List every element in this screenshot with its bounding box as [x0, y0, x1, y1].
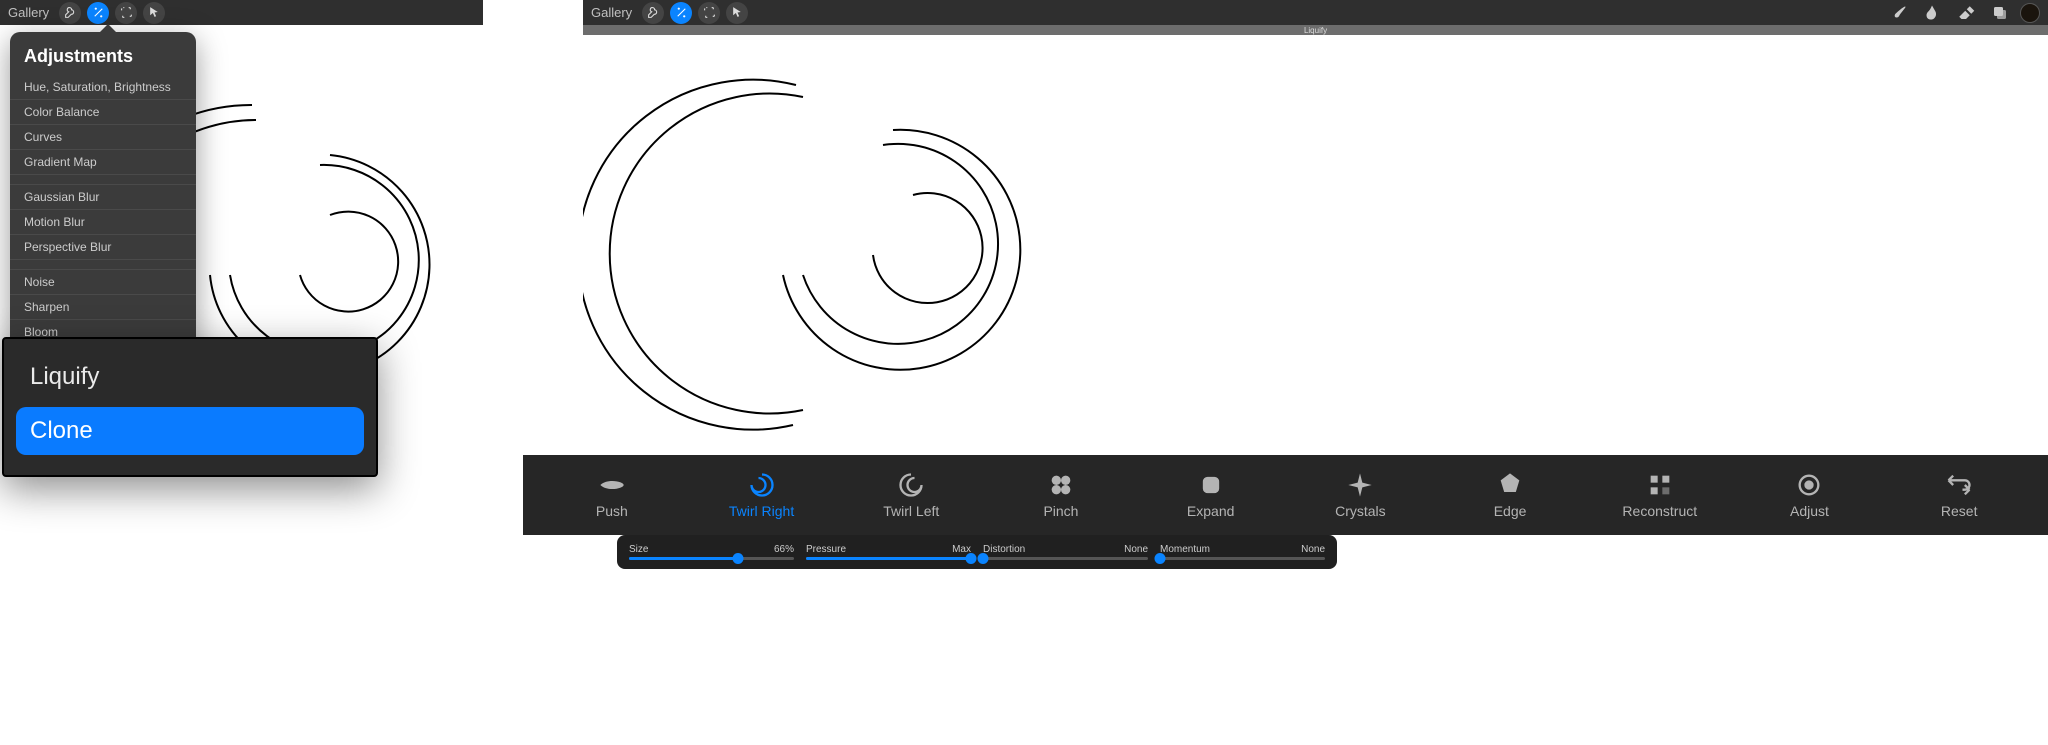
mode-crystals[interactable]: Crystals [1286, 471, 1436, 519]
gallery-link[interactable]: Gallery [8, 5, 49, 20]
slider-label: Size [629, 544, 648, 555]
canvas-right[interactable] [583, 35, 2048, 455]
adjustment-motion-blur[interactable]: Motion Blur [10, 210, 196, 235]
mode-reconstruct[interactable]: Reconstruct [1585, 471, 1735, 519]
adjustment-noise[interactable]: Noise [10, 270, 196, 295]
adjustment-curves[interactable]: Curves [10, 125, 196, 150]
slider-momentum[interactable]: Momentum None [1160, 544, 1325, 560]
mode-label: Crystals [1335, 503, 1386, 519]
slider-label: Distortion [983, 544, 1025, 555]
mode-label: Push [596, 503, 628, 519]
slider-distortion[interactable]: Distortion None [983, 544, 1148, 560]
liquify-modes: Push Twirl Right Twirl Left Pinch Expand… [523, 455, 2048, 535]
mode-pinch[interactable]: Pinch [986, 471, 1136, 519]
adjustments-popover: Adjustments Hue, Saturation, Brightness … [10, 32, 196, 369]
toolbar-left: Gallery [0, 0, 483, 25]
brush-icon[interactable] [1884, 2, 1912, 24]
slider-pressure[interactable]: Pressure Max [806, 544, 971, 560]
mode-label: Edge [1494, 503, 1527, 519]
mode-label: Reset [1941, 503, 1978, 519]
mode-edge[interactable]: Edge [1435, 471, 1585, 519]
mode-twirl-left[interactable]: Twirl Left [836, 471, 986, 519]
popover-title: Adjustments [10, 42, 196, 75]
slider-value: None [1301, 544, 1325, 555]
magic-wand-icon[interactable] [670, 2, 692, 24]
smudge-icon[interactable] [1918, 2, 1946, 24]
mode-expand[interactable]: Expand [1136, 471, 1286, 519]
slider-size[interactable]: Size 66% [629, 544, 794, 560]
gallery-link[interactable]: Gallery [591, 5, 632, 20]
mode-label: Twirl Left [883, 503, 939, 519]
slider-label: Pressure [806, 544, 846, 555]
wrench-icon[interactable] [642, 2, 664, 24]
mode-label: Pinch [1043, 503, 1078, 519]
mode-label: Adjust [1790, 503, 1829, 519]
big-item-liquify[interactable]: Liquify [16, 353, 364, 401]
slider-value: None [1124, 544, 1148, 555]
color-chip[interactable] [2020, 3, 2040, 23]
big-item-clone[interactable]: Clone [16, 407, 364, 455]
mode-label: Reconstruct [1622, 503, 1697, 519]
layers-icon[interactable] [1986, 2, 2014, 24]
mode-label: Expand [1187, 503, 1234, 519]
mode-twirl-right[interactable]: Twirl Right [687, 471, 837, 519]
adjustment-gradient-map[interactable]: Gradient Map [10, 150, 196, 175]
popover-separator [10, 260, 196, 270]
wrench-icon[interactable] [59, 2, 81, 24]
adjustment-perspective-blur[interactable]: Perspective Blur [10, 235, 196, 260]
slider-label: Momentum [1160, 544, 1210, 555]
adjustment-sharpen[interactable]: Sharpen [10, 295, 196, 320]
mode-adjust[interactable]: Adjust [1735, 471, 1885, 519]
mode-label: Twirl Right [729, 503, 794, 519]
popover-separator [10, 175, 196, 185]
liquify-subbar: Liquify [583, 25, 2048, 35]
mode-push[interactable]: Push [537, 471, 687, 519]
highlight-popover: Liquify Clone [2, 337, 378, 477]
slider-value: Max [952, 544, 971, 555]
subbar-title: Liquify [1304, 26, 1327, 35]
selection-icon[interactable] [115, 2, 137, 24]
toolbar-right: Gallery [583, 0, 2048, 25]
liquify-sliders: Size 66% Pressure Max Distortion None Mo… [617, 535, 1337, 569]
adjustment-gaussian-blur[interactable]: Gaussian Blur [10, 185, 196, 210]
slider-value: 66% [774, 544, 794, 555]
magic-wand-icon[interactable] [87, 2, 109, 24]
adjustment-color-balance[interactable]: Color Balance [10, 100, 196, 125]
arrow-icon[interactable] [726, 2, 748, 24]
selection-icon[interactable] [698, 2, 720, 24]
adjustment-hsb[interactable]: Hue, Saturation, Brightness [10, 75, 196, 100]
mode-reset[interactable]: Reset [1884, 471, 2034, 519]
eraser-icon[interactable] [1952, 2, 1980, 24]
arrow-icon[interactable] [143, 2, 165, 24]
